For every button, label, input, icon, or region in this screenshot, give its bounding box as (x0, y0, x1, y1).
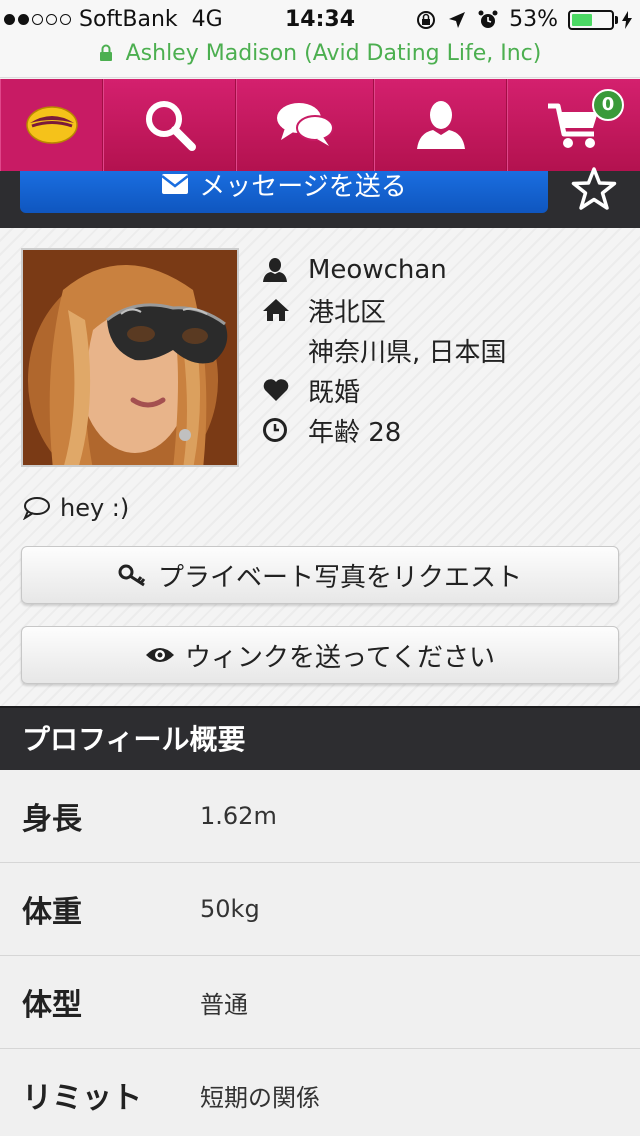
row-value: 短期の関係 (200, 1083, 320, 1112)
location-region: 神奈川県, 日本国 (308, 337, 507, 368)
location-arrow-icon (449, 11, 466, 28)
send-message-label: メッセージを送る (199, 171, 407, 202)
status-message: hey :) (22, 494, 129, 522)
search-icon (145, 101, 196, 151)
chat-icon (277, 103, 334, 146)
alarm-icon (478, 10, 498, 28)
speech-bubble-icon (23, 497, 50, 520)
nav-cart[interactable]: 0 (507, 79, 640, 171)
favorite-star-icon[interactable] (570, 166, 618, 212)
status-icons: 53% (415, 7, 632, 32)
profile-overview-heading: プロフィール概要 (0, 706, 640, 770)
nav-messages[interactable] (236, 79, 374, 171)
location-ward: 港北区 (308, 297, 387, 328)
send-wink-label: ウィンクを送ってください (185, 642, 495, 673)
clock-icon (263, 418, 287, 442)
profile-section: Meowchan 港北区 神奈川県, 日本国 既婚 年齢 28 hey:) プ… (0, 228, 640, 706)
username: Meowchan (308, 255, 447, 285)
logo-icon (25, 106, 78, 144)
lock-icon (99, 44, 112, 61)
row-label: 体型 (22, 988, 82, 1023)
profile-photo[interactable] (21, 248, 239, 467)
table-row: 体型 普通 (0, 956, 640, 1049)
status-bar: SoftBank 4G 14:34 53% (0, 0, 640, 40)
table-row: 身長 1.62m (0, 770, 640, 863)
profile-overview-table: 身長 1.62m 体重 50kg 体型 普通 リミット 短期の関係 (0, 770, 640, 1136)
site-title: Ashley Madison (Avid Dating Life, Inc) (125, 41, 542, 66)
home-icon (263, 299, 289, 321)
row-value: 1.62m (200, 802, 277, 830)
row-label: 体重 (22, 895, 82, 930)
row-value: 普通 (200, 990, 248, 1019)
key-icon (118, 564, 146, 587)
cart-count-badge: 0 (592, 89, 624, 121)
marital-status: 既婚 (308, 377, 361, 408)
action-bar: メッセージを送る (0, 171, 640, 228)
row-label: リミット (22, 1081, 142, 1116)
envelope-icon (161, 174, 190, 194)
request-private-photo-button[interactable]: プライベート写真をリクエスト (21, 546, 619, 604)
rotation-lock-icon (417, 10, 436, 29)
charging-icon (622, 10, 632, 29)
profile-info: Meowchan 港北区 神奈川県, 日本国 既婚 年齢 28 (262, 250, 507, 450)
row-label: 身長 (22, 802, 82, 837)
battery-percent: 53% (509, 7, 558, 32)
user-icon (263, 258, 287, 282)
nav-home-logo[interactable] (0, 79, 103, 171)
nav-search[interactable] (103, 79, 236, 171)
status-message-text: hey :) (60, 494, 130, 522)
user-icon (416, 101, 465, 149)
table-row: 体重 50kg (0, 863, 640, 956)
request-private-photo-label: プライベート写真をリクエスト (157, 562, 522, 593)
nav-bar: 0 (0, 79, 640, 171)
send-message-button[interactable]: メッセージを送る (20, 171, 548, 213)
url-bar[interactable]: Ashley Madison (Avid Dating Life, Inc) (0, 38, 640, 78)
masked-woman-photo (23, 250, 237, 465)
age: 年齢 28 (308, 417, 402, 448)
row-value: 50kg (200, 895, 260, 923)
eye-icon (146, 648, 175, 662)
table-row: リミット 短期の関係 (0, 1049, 640, 1136)
nav-profile[interactable] (374, 79, 507, 171)
heart-icon (263, 379, 289, 401)
battery-icon (568, 9, 632, 30)
send-wink-button[interactable]: ウィンクを送ってください (21, 626, 619, 684)
